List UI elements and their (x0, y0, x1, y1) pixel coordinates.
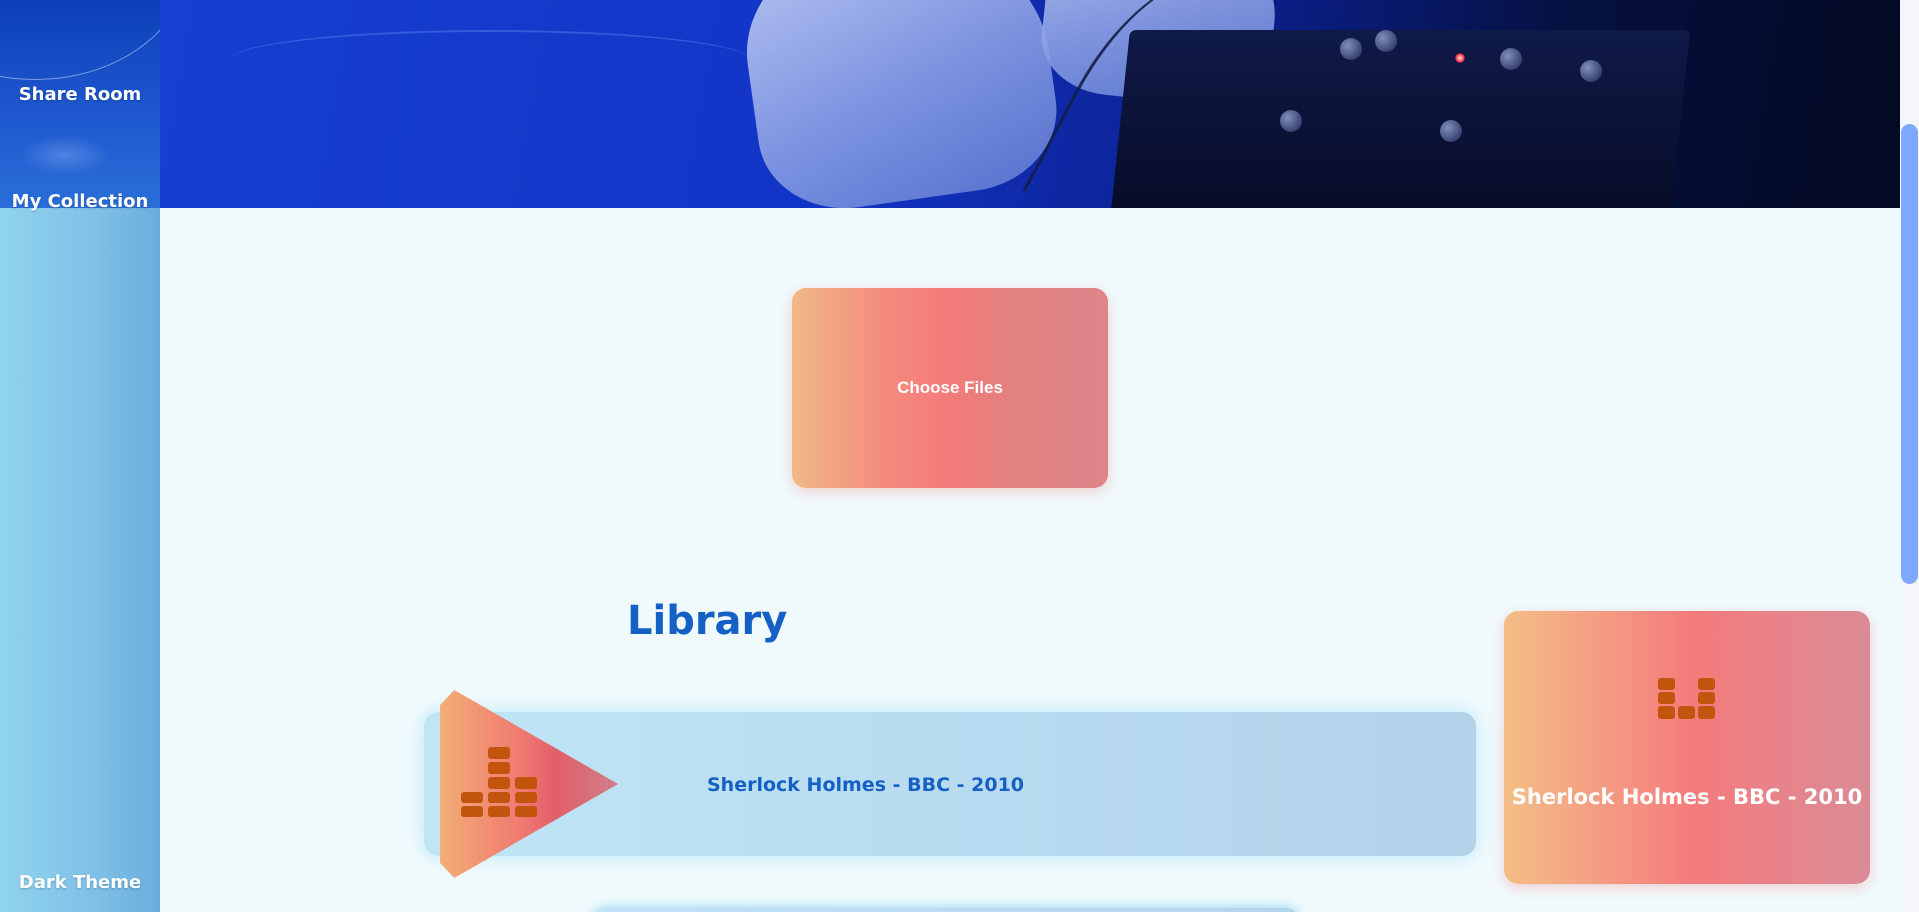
sneaker-image-left (733, 0, 1067, 208)
sidebar: Share Room My Collection Dark Theme (0, 0, 160, 912)
pedal-knob (1280, 110, 1302, 132)
pedal-knob (1500, 48, 1522, 70)
library-track-title[interactable]: Sherlock Holmes - BBC - 2010 (707, 774, 1024, 796)
pedal-knob (1340, 38, 1362, 60)
library-heading: Library (627, 598, 788, 644)
sidebar-arc-decoration (0, 0, 160, 80)
choose-files-button[interactable]: Choose Files (792, 288, 1108, 488)
equalizer-icon (1658, 678, 1716, 720)
pedal-led-icon (1455, 53, 1465, 63)
now-playing-title: Sherlock Holmes - BBC - 2010 (1511, 785, 1863, 809)
sidebar-glow-decoration (20, 135, 110, 175)
stage-floor-decoration (230, 30, 750, 90)
pedal-knob (1440, 120, 1462, 142)
page-scrollbar[interactable] (1900, 0, 1919, 912)
hero-banner-image (160, 0, 1900, 208)
equalizer-icon (461, 747, 537, 823)
choose-files-label: Choose Files (897, 378, 1003, 397)
library-track-item-partial[interactable] (592, 908, 1300, 912)
scrollbar-thumb[interactable] (1901, 124, 1918, 584)
pedal-knob (1375, 30, 1397, 52)
sidebar-item-share-room[interactable]: Share Room (0, 84, 160, 105)
pedal-knob (1580, 60, 1602, 82)
effects-pedalboard-image (1110, 30, 1690, 208)
dark-theme-toggle[interactable]: Dark Theme (0, 872, 160, 893)
sidebar-item-my-collection[interactable]: My Collection (0, 191, 160, 212)
now-playing-card[interactable]: Sherlock Holmes - BBC - 2010 (1504, 611, 1870, 884)
